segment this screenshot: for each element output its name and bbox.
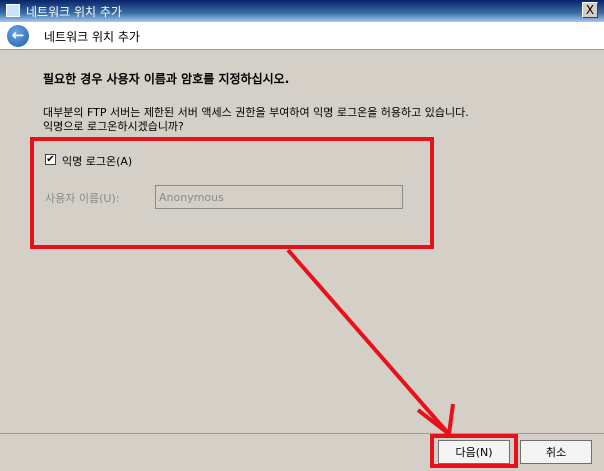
description-line-1: 대부분의 FTP 서버는 제한된 서버 액세스 권한을 부여하여 익명 로그온을… [43,106,469,119]
cancel-button[interactable]: 취소 [520,440,592,464]
page-heading: 필요한 경우 사용자 이름과 암호를 지정하십시오. [43,72,290,86]
network-location-icon [6,4,20,17]
wizard-title: 네트워크 위치 추가 [44,30,140,44]
back-arrow-icon: ← [11,26,25,44]
description: 대부분의 FTP 서버는 제한된 서버 액세스 권한을 부여하여 익명 로그온을… [43,106,469,134]
close-button[interactable]: X [582,2,598,18]
title-bar: 네트워크 위치 추가 X [0,0,604,22]
wizard-header: ← 네트워크 위치 추가 [0,22,604,50]
back-button[interactable]: ← [7,25,29,47]
window-title: 네트워크 위치 추가 [26,5,122,19]
annotation-highlight-box [30,137,434,249]
annotation-next-highlight-box [430,434,518,468]
description-line-2: 익명으로 로그온하시겠습니까? [43,120,184,133]
